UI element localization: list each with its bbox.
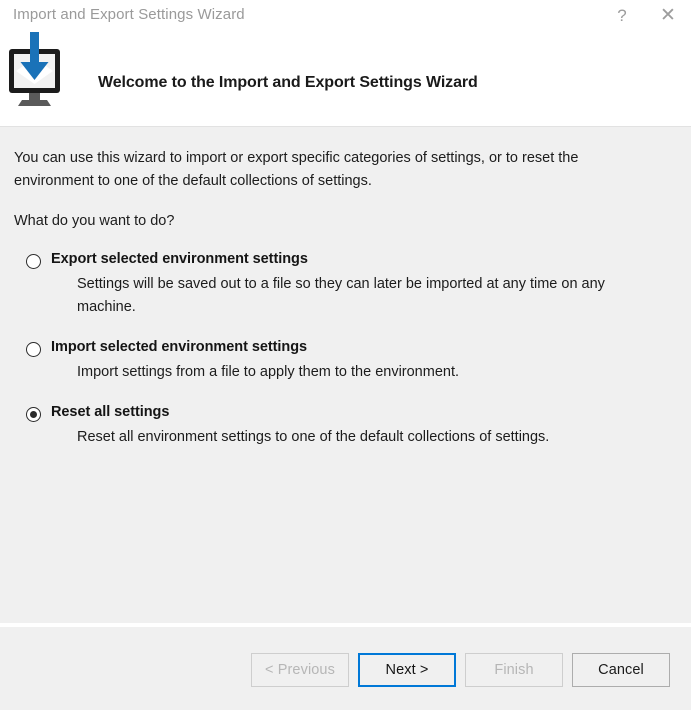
question-mark-icon: ?	[617, 5, 627, 25]
options-group: Export selected environment settings Set…	[0, 251, 691, 449]
option-reset-label: Reset all settings	[51, 404, 170, 420]
radio-export-hit[interactable]	[26, 253, 44, 271]
option-import-label: Import selected environment settings	[51, 339, 308, 355]
monitor-download-icon	[4, 30, 72, 120]
option-export-label: Export selected environment settings	[51, 251, 308, 267]
page-title: Welcome to the Import and Export Setting…	[98, 74, 478, 91]
wizard-window: Import and Export Settings Wizard ? ✕ We…	[0, 0, 691, 710]
option-import[interactable]: Import selected environment settings Imp…	[0, 339, 691, 384]
option-export[interactable]: Export selected environment settings Set…	[0, 251, 691, 319]
wizard-header: Welcome to the Import and Export Setting…	[0, 28, 691, 126]
previous-button[interactable]: < Previous	[251, 653, 349, 687]
close-icon: ✕	[660, 4, 676, 26]
question-text: What do you want to do?	[14, 213, 175, 229]
finish-button[interactable]: Finish	[465, 653, 563, 687]
help-button[interactable]: ?	[599, 0, 645, 30]
intro-text: You can use this wizard to import or exp…	[14, 150, 579, 189]
next-button[interactable]: Next >	[358, 653, 456, 687]
radio-import-hit[interactable]	[26, 341, 44, 359]
radio-reset-hit[interactable]	[26, 406, 44, 424]
cancel-button[interactable]: Cancel	[572, 653, 670, 687]
option-reset[interactable]: Reset all settings Reset all environment…	[0, 404, 691, 449]
window-title: Import and Export Settings Wizard	[13, 6, 245, 23]
content-panel: You can use this wizard to import or exp…	[0, 127, 691, 623]
footer-bar: < Previous Next > Finish Cancel	[0, 627, 691, 710]
close-button[interactable]: ✕	[645, 0, 691, 30]
button-row: < Previous Next > Finish Cancel	[251, 653, 670, 687]
